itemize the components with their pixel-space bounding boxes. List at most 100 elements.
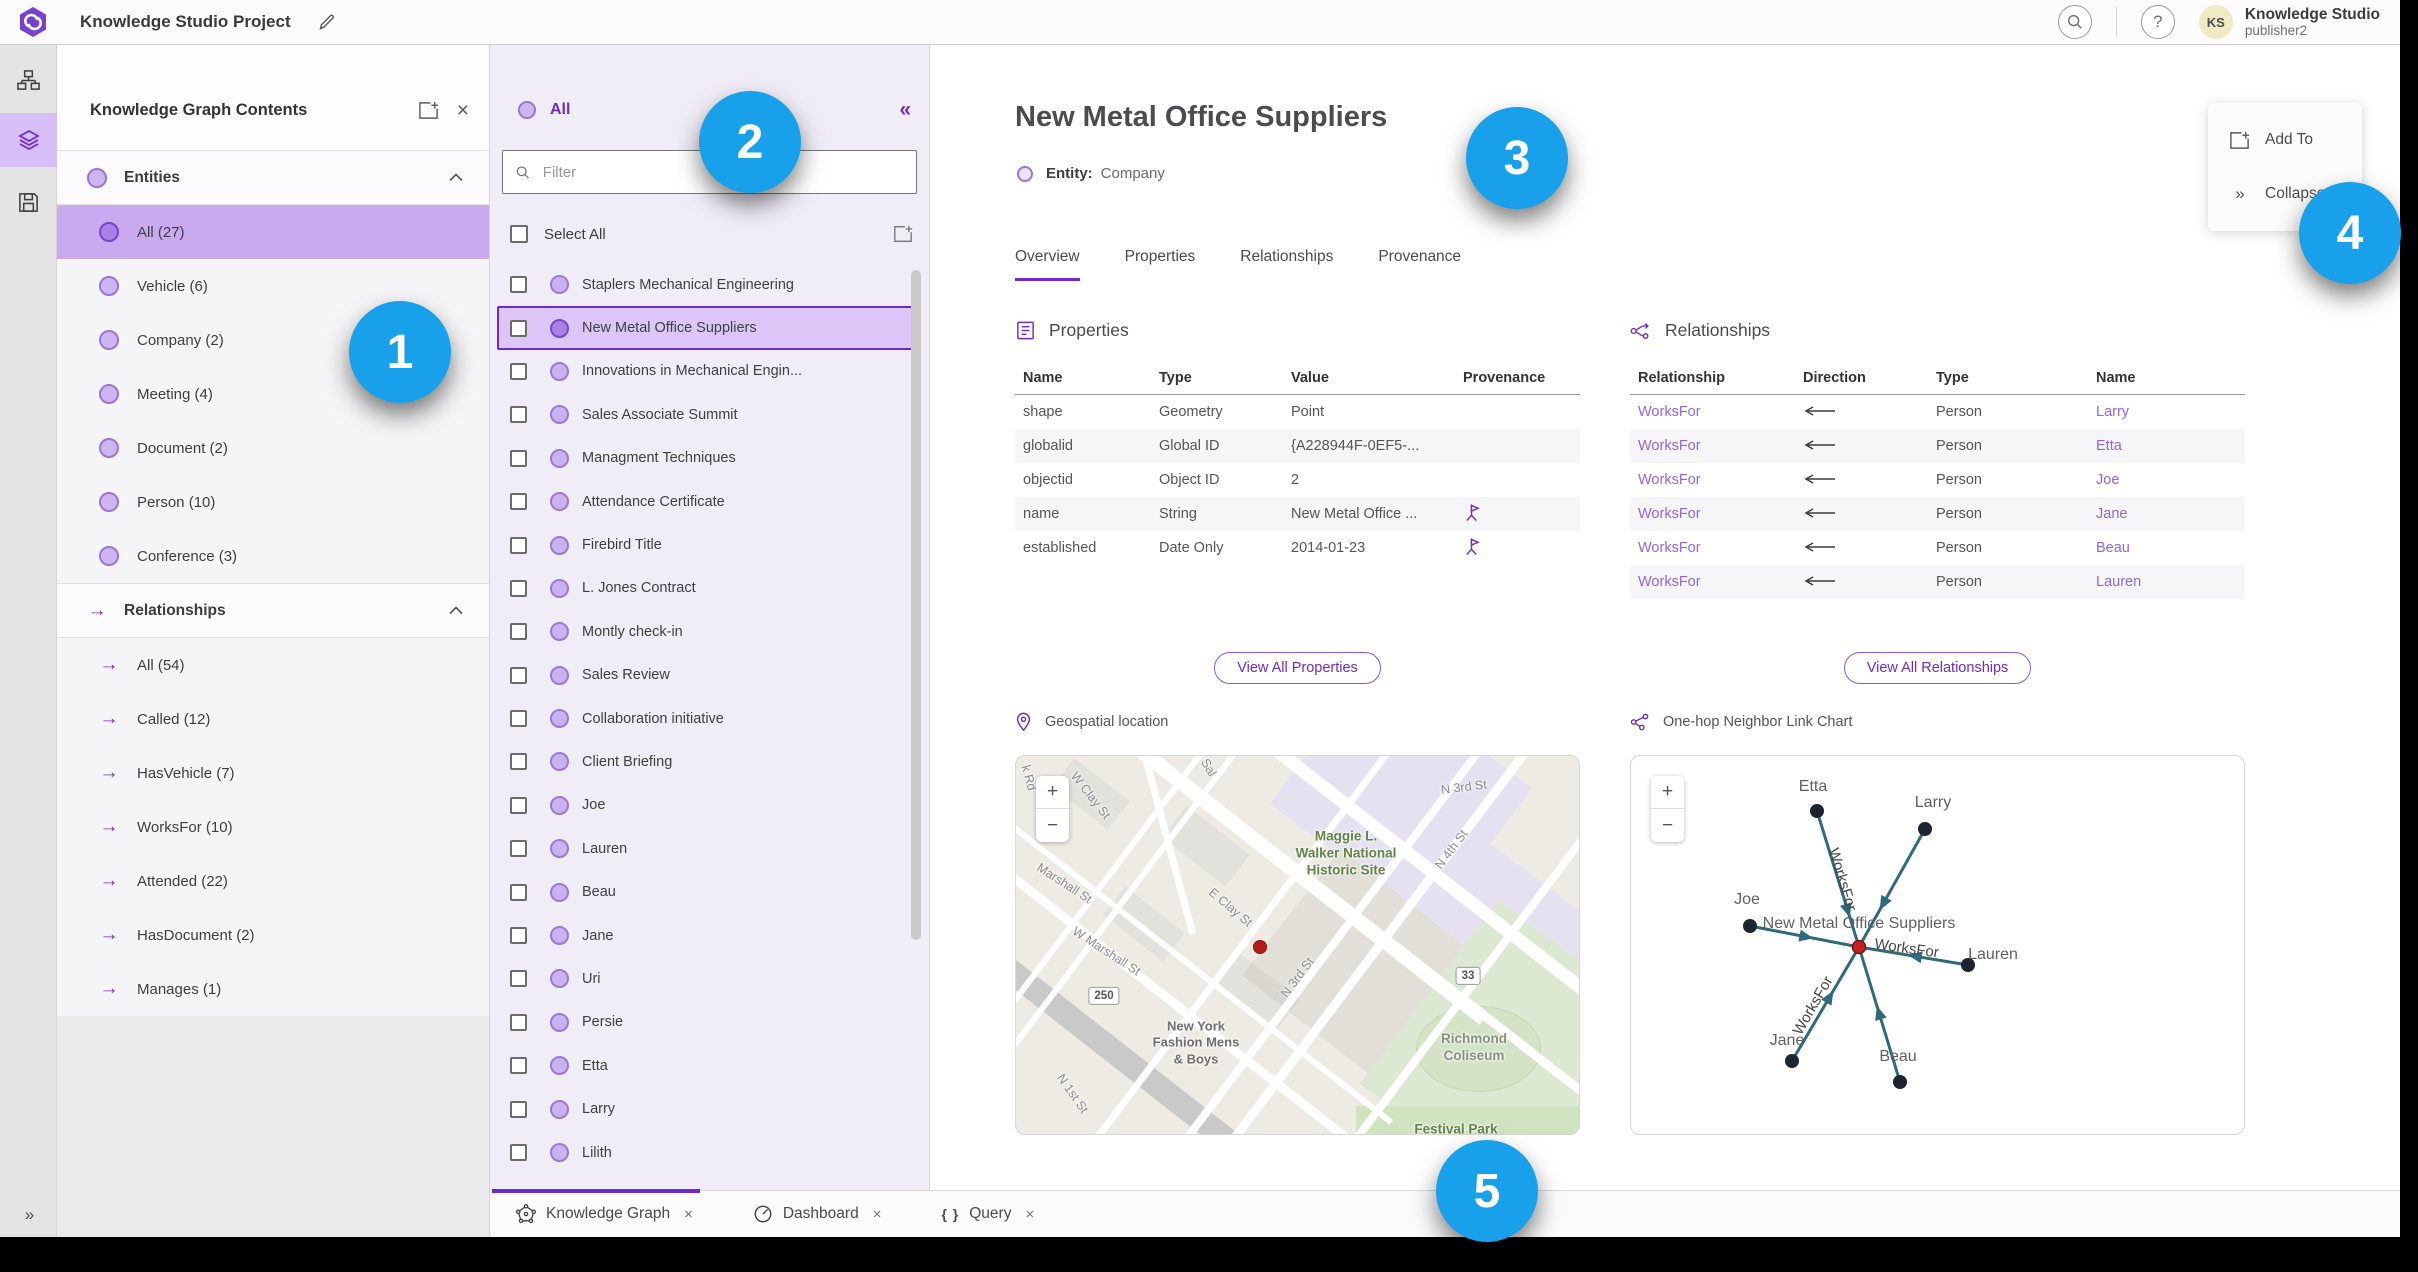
zoom-in-button[interactable]: + xyxy=(1036,776,1069,809)
list-item-staplers-mechanical-engineering[interactable]: Staplers Mechanical Engineering xyxy=(490,263,929,306)
select-all-checkbox[interactable] xyxy=(510,225,528,243)
collapse-panel-button[interactable]: « xyxy=(899,98,911,122)
list-item-montly-check-in[interactable]: Montly check-in xyxy=(490,610,929,653)
tab-overview[interactable]: Overview xyxy=(1015,248,1080,281)
entity-name-link[interactable]: Larry xyxy=(2088,404,2245,420)
graph-node-center[interactable] xyxy=(1851,939,1867,955)
sidebar-item-all-54-[interactable]: → All (54) xyxy=(57,638,489,692)
item-checkbox[interactable] xyxy=(510,406,527,424)
sidebar-item-worksfor-10-[interactable]: → WorksFor (10) xyxy=(57,800,489,854)
relationship-link[interactable]: WorksFor xyxy=(1630,404,1795,420)
geospatial-map[interactable]: k Rd W Clay St Sal N 3rd St Maggie L. Walker… xyxy=(1015,755,1580,1135)
bottom-tab-dashboard[interactable]: Dashboard × xyxy=(753,1204,882,1224)
sidebar-item-document-2-[interactable]: Document (2) xyxy=(57,421,489,475)
item-checkbox[interactable] xyxy=(510,579,527,597)
graph-node-beau[interactable] xyxy=(1893,1075,1907,1089)
search-button[interactable] xyxy=(2057,5,2092,39)
item-checkbox[interactable] xyxy=(510,840,527,858)
menu-item-add-to[interactable]: Add To xyxy=(2208,113,2362,167)
list-item-etta[interactable]: Etta xyxy=(490,1044,929,1087)
list-item-innovations-in-mechanical-engin-[interactable]: Innovations in Mechanical Engin... xyxy=(490,350,929,393)
expand-rail-button[interactable]: » xyxy=(0,1205,57,1225)
list-item-beau[interactable]: Beau xyxy=(490,870,929,913)
list-item-joe[interactable]: Joe xyxy=(490,784,929,827)
list-item-l-jones-contract[interactable]: L. Jones Contract xyxy=(490,567,929,610)
close-panel-button[interactable]: × xyxy=(457,99,469,123)
zoom-out-button[interactable]: − xyxy=(1036,809,1069,842)
item-checkbox[interactable] xyxy=(510,927,527,945)
relationships-group-header[interactable]: → Relationships xyxy=(57,583,489,638)
contents-button[interactable] xyxy=(0,113,57,167)
tab-provenance[interactable]: Provenance xyxy=(1378,248,1461,281)
list-item-new-metal-office-suppliers[interactable]: New Metal Office Suppliers xyxy=(497,306,915,350)
add-to-new-view-button[interactable] xyxy=(418,100,439,121)
sidebar-item-manages-1-[interactable]: → Manages (1) xyxy=(57,962,489,1016)
item-checkbox[interactable] xyxy=(510,362,527,380)
item-checkbox[interactable] xyxy=(510,710,527,728)
relationship-link[interactable]: WorksFor xyxy=(1630,574,1795,590)
graph-node-larry[interactable] xyxy=(1918,822,1932,836)
help-button[interactable]: ? xyxy=(2140,5,2175,39)
tab-relationships[interactable]: Relationships xyxy=(1240,248,1333,281)
close-tab-icon[interactable]: × xyxy=(873,1206,882,1223)
list-item-collaboration-initiative[interactable]: Collaboration initiative xyxy=(490,697,929,740)
list-item-sales-review[interactable]: Sales Review xyxy=(490,654,929,697)
sidebar-item-all-27-[interactable]: All (27) xyxy=(57,205,489,259)
item-checkbox[interactable] xyxy=(510,883,527,901)
entity-name-link[interactable]: Lauren xyxy=(2088,574,2245,590)
item-checkbox[interactable] xyxy=(510,623,527,641)
item-checkbox[interactable] xyxy=(510,449,527,467)
sidebar-item-vehicle-6-[interactable]: Vehicle (6) xyxy=(57,259,489,313)
entity-name-link[interactable]: Beau xyxy=(2088,540,2245,556)
relationship-link[interactable]: WorksFor xyxy=(1630,438,1795,454)
relationship-link[interactable]: WorksFor xyxy=(1630,506,1795,522)
tab-properties[interactable]: Properties xyxy=(1125,248,1196,281)
entity-name-link[interactable]: Etta xyxy=(2088,438,2245,454)
item-checkbox[interactable] xyxy=(510,753,527,771)
entity-name-link[interactable]: Jane xyxy=(2088,506,2245,522)
data-model-button[interactable] xyxy=(0,53,57,107)
close-tab-icon[interactable]: × xyxy=(684,1206,693,1223)
sidebar-item-attended-22-[interactable]: → Attended (22) xyxy=(57,854,489,908)
link-chart[interactable]: WorksFor Etta Larry Joe WorksFor Lauren WorksF… xyxy=(1630,755,2245,1135)
cell-provenance[interactable] xyxy=(1455,537,1580,560)
list-item-lauren[interactable]: Lauren xyxy=(490,827,929,870)
zoom-in-button[interactable]: + xyxy=(1651,776,1684,809)
sidebar-item-called-12-[interactable]: → Called (12) xyxy=(57,692,489,746)
relationship-link[interactable]: WorksFor xyxy=(1630,472,1795,488)
list-item-persie[interactable]: Persie xyxy=(490,1001,929,1044)
graph-node-joe[interactable] xyxy=(1743,919,1757,933)
item-checkbox[interactable] xyxy=(510,1013,527,1031)
bottom-tab-knowledge-graph[interactable]: Knowledge Graph × xyxy=(516,1204,693,1224)
list-item-attendance-certificate[interactable]: Attendance Certificate xyxy=(490,480,929,523)
list-item-uri[interactable]: Uri xyxy=(490,957,929,1000)
app-logo-icon[interactable] xyxy=(18,6,48,38)
item-checkbox[interactable] xyxy=(510,1144,527,1161)
edit-title-button[interactable] xyxy=(317,12,337,32)
bottom-tab-query[interactable]: { } Query × xyxy=(941,1205,1034,1223)
add-to-icon[interactable] xyxy=(893,224,913,244)
list-item-managment-techniques[interactable]: Managment Techniques xyxy=(490,437,929,480)
close-tab-icon[interactable]: × xyxy=(1025,1206,1034,1223)
list-item-client-briefing[interactable]: Client Briefing xyxy=(490,740,929,783)
entity-name-link[interactable]: Joe xyxy=(2088,472,2245,488)
item-checkbox[interactable] xyxy=(510,970,527,988)
entities-group-header[interactable]: Entities xyxy=(57,150,489,205)
sidebar-item-hasdocument-2-[interactable]: → HasDocument (2) xyxy=(57,908,489,962)
graph-node-etta[interactable] xyxy=(1810,804,1824,818)
item-checkbox[interactable] xyxy=(510,1057,527,1075)
user-info[interactable]: Knowledge Studio publisher2 xyxy=(2245,6,2380,38)
item-checkbox[interactable] xyxy=(510,536,527,554)
save-button[interactable] xyxy=(0,175,57,229)
list-item-larry[interactable]: Larry xyxy=(490,1087,929,1130)
list-item-firebird-title[interactable]: Firebird Title xyxy=(490,523,929,566)
view-all-relationships-button[interactable]: View All Relationships xyxy=(1843,652,2032,684)
item-checkbox[interactable] xyxy=(510,493,527,511)
item-checkbox[interactable] xyxy=(510,276,527,294)
scrollbar-thumb[interactable] xyxy=(911,270,921,940)
item-checkbox[interactable] xyxy=(510,666,527,684)
cell-provenance[interactable] xyxy=(1455,503,1580,526)
list-item-lilith[interactable]: Lilith xyxy=(490,1131,929,1174)
list-item-jane[interactable]: Jane xyxy=(490,914,929,957)
list-item-sales-associate-summit[interactable]: Sales Associate Summit xyxy=(490,393,929,436)
